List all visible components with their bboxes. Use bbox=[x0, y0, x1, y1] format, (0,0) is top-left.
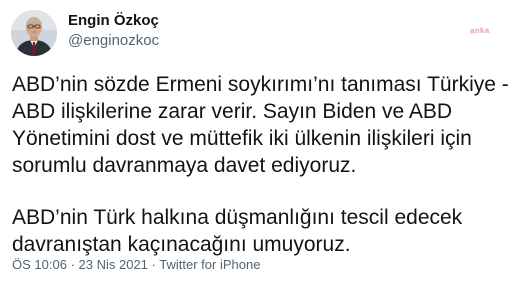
tweet-paragraph-1: ABD’nin sözde Ermeni soykırımı’nı tanıma… bbox=[12, 73, 509, 177]
tweet-text: ABD’nin sözde Ermeni soykırımı’nı tanıma… bbox=[12, 71, 517, 258]
avatar[interactable] bbox=[11, 10, 57, 56]
tweet-card: Engin Özkoç @enginozkoc anka ABD’nin söz… bbox=[0, 0, 525, 285]
tweet-source[interactable]: Twitter for iPhone bbox=[159, 257, 260, 272]
watermark-logo: anka bbox=[469, 25, 490, 36]
tweet-meta: ÖS 10:06 · 23 Nis 2021 · Twitter for iPh… bbox=[12, 257, 260, 273]
author-handle[interactable]: @enginozkoc bbox=[68, 32, 159, 50]
tweet-time[interactable]: ÖS 10:06 bbox=[12, 257, 67, 272]
meta-separator: · bbox=[151, 257, 156, 272]
tweet-date[interactable]: 23 Nis 2021 bbox=[79, 257, 148, 272]
meta-separator: · bbox=[70, 257, 75, 272]
tweet-paragraph-2: ABD’nin Türk halkına düşmanlığını tescil… bbox=[12, 206, 463, 256]
author-name[interactable]: Engin Özkoç bbox=[68, 12, 159, 30]
avatar-photo bbox=[11, 10, 57, 56]
